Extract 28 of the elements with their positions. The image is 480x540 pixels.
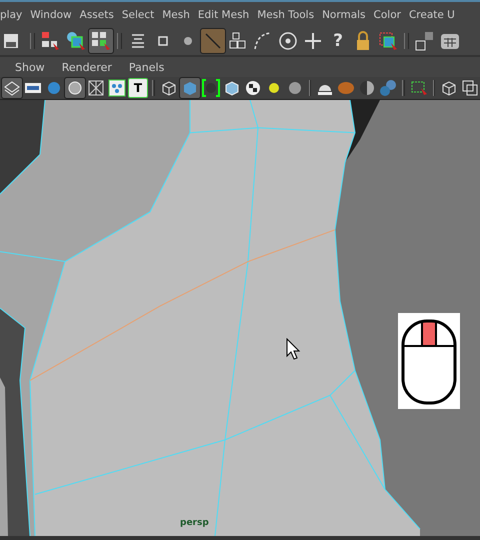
- panel-menu-item[interactable]: Show: [15, 60, 45, 74]
- menu-item[interactable]: Assets: [80, 8, 114, 20]
- menu-item[interactable]: Mesh: [162, 8, 190, 20]
- menu-item[interactable]: Color: [374, 8, 401, 20]
- component-select-icon[interactable]: [89, 29, 113, 53]
- squares-icon[interactable]: [460, 78, 480, 98]
- menu-item[interactable]: Edit Mesh: [198, 8, 250, 20]
- object-select-icon[interactable]: [64, 29, 88, 53]
- mouse-icon: [398, 313, 460, 409]
- menu-item[interactable]: play: [0, 8, 22, 20]
- help-button[interactable]: ?: [326, 29, 350, 53]
- wire-grid-icon[interactable]: [86, 78, 106, 98]
- cursor-icon: [286, 338, 302, 362]
- blobs-icon[interactable]: [378, 78, 398, 98]
- shaded-cube-icon[interactable]: [180, 78, 200, 98]
- bracketed-sphere-icon[interactable]: [200, 78, 220, 98]
- half-sphere-icon[interactable]: [357, 78, 377, 98]
- panel-menu-item[interactable]: Panels: [128, 60, 164, 74]
- menu-item[interactable]: Mesh Tools: [257, 8, 314, 20]
- menu-item[interactable]: Create U: [408, 8, 455, 20]
- layers-icon[interactable]: [2, 78, 22, 98]
- nodes-icon[interactable]: [107, 78, 127, 98]
- menu-item[interactable]: Window: [30, 8, 72, 20]
- text-toggle-button[interactable]: T: [128, 78, 148, 98]
- menu-item[interactable]: Select: [122, 8, 154, 20]
- menu-item[interactable]: Normals: [322, 8, 366, 20]
- panel-menu-item[interactable]: Renderer: [62, 60, 112, 74]
- camera-label: persp: [180, 518, 209, 528]
